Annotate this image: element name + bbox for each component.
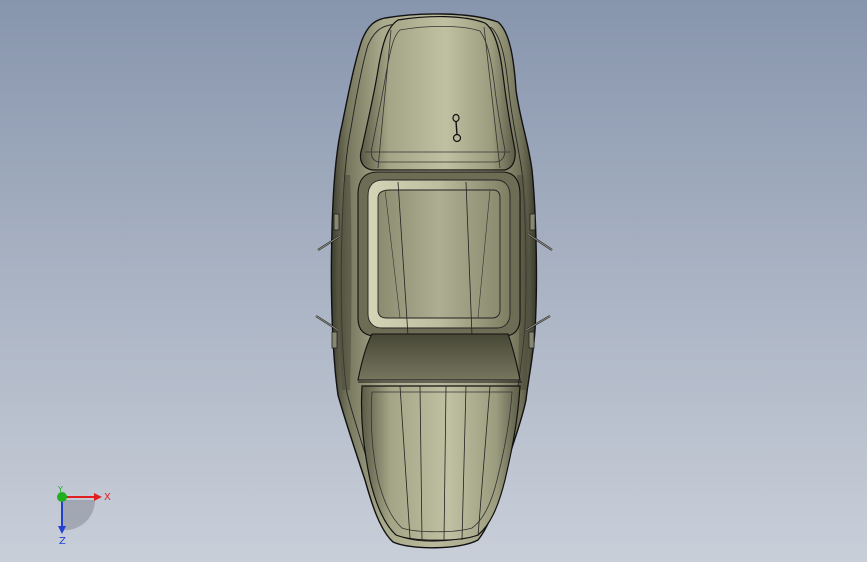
x-axis-label: X [104, 492, 111, 503]
seat-model[interactable] [0, 0, 867, 562]
seat-step-well [357, 333, 521, 381]
axis-triad[interactable]: X Y Z [40, 478, 120, 548]
x-axis-arrow-icon [94, 493, 102, 501]
front-pad [360, 385, 521, 541]
triad-shadow [62, 500, 96, 531]
graphics-viewport[interactable]: X Y Z [0, 0, 867, 562]
seat-floor [377, 189, 501, 319]
z-axis-label: Z [59, 536, 66, 547]
y-axis-label: Y [57, 485, 63, 494]
